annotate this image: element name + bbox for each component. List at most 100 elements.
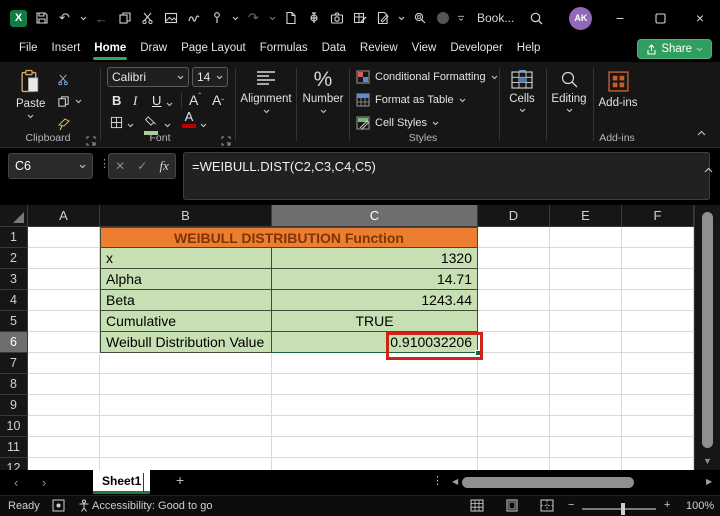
cell-styles-button[interactable]: Cell Styles <box>356 116 439 130</box>
underline-chevron-icon[interactable] <box>165 96 173 113</box>
decrease-font-button[interactable]: Aˇ <box>212 92 224 108</box>
collapse-ribbon-icon[interactable] <box>697 123 706 141</box>
row-header-10[interactable]: 10 <box>0 416 28 437</box>
format-as-table-button[interactable]: Format as Table <box>356 93 466 107</box>
macro-record-icon[interactable] <box>52 499 65 515</box>
zoom-in-button[interactable]: + <box>664 499 670 511</box>
column-header-E[interactable]: E <box>550 205 622 227</box>
alignment-button[interactable]: Alignment <box>238 70 294 114</box>
font-name-select[interactable]: Calibri <box>107 67 189 87</box>
clipboard-dialog-launcher[interactable] <box>86 133 96 143</box>
pin-icon[interactable] <box>305 10 322 27</box>
font-dialog-launcher[interactable] <box>221 133 231 143</box>
table-label-cell[interactable]: Weibull Distribution Value <box>101 332 271 352</box>
table-label-cell[interactable]: Alpha <box>101 269 271 289</box>
formula-bar-collapse-icon[interactable] <box>704 160 713 178</box>
document-pen-icon[interactable] <box>374 10 391 27</box>
table-value-cell[interactable]: 0.910032206 <box>272 332 477 352</box>
ribbon-cut-icon[interactable] <box>55 71 72 88</box>
row-header-2[interactable]: 2 <box>0 248 28 269</box>
hscroll-left-icon[interactable]: ◀ <box>452 477 458 486</box>
maximize-button[interactable] <box>640 0 680 36</box>
new-document-icon[interactable] <box>282 10 299 27</box>
vertical-scrollbar-thumb[interactable] <box>702 212 713 448</box>
column-header-F[interactable]: F <box>622 205 694 227</box>
row-header-9[interactable]: 9 <box>0 395 28 416</box>
excel-logo-icon[interactable]: X <box>10 10 27 27</box>
scroll-down-icon[interactable]: ▼ <box>703 456 712 466</box>
qat-overflow-icon[interactable] <box>457 10 465 27</box>
table-value-cell[interactable]: 14.71 <box>272 269 477 289</box>
table-label-cell[interactable]: x <box>101 248 271 268</box>
row-header-6[interactable]: 6 <box>0 332 28 353</box>
document-pen-chevron-icon[interactable] <box>397 10 405 27</box>
format-painter-icon[interactable] <box>55 115 72 132</box>
zoom-out-button[interactable]: − <box>568 499 574 511</box>
camera-icon[interactable] <box>328 10 345 27</box>
row-header-11[interactable]: 11 <box>0 437 28 458</box>
font-color-icon[interactable]: A <box>182 110 196 128</box>
sheet-tab[interactable]: Sheet1 <box>93 470 150 494</box>
conditional-formatting-button[interactable]: Conditional Formatting <box>356 70 498 84</box>
ribbon-copy-icon[interactable] <box>55 93 72 110</box>
add-sheet-button[interactable]: + <box>176 472 184 488</box>
column-header-A[interactable]: A <box>28 205 100 227</box>
close-button[interactable]: × <box>680 0 720 36</box>
vertical-scrollbar[interactable]: ▼ <box>694 205 720 470</box>
select-all-corner[interactable] <box>0 205 28 227</box>
formula-input[interactable]: =WEIBULL.DIST(C2,C3,C4,C5) <box>183 152 710 200</box>
table-value-cell[interactable]: 1320 <box>272 248 477 268</box>
row-header-1[interactable]: 1 <box>0 227 28 248</box>
tab-formulas[interactable]: Formulas <box>253 38 315 60</box>
zoom-level[interactable]: 100% <box>686 500 714 512</box>
search-icon[interactable] <box>528 10 545 27</box>
tab-draw[interactable]: Draw <box>133 38 174 60</box>
borders-icon[interactable] <box>108 114 125 131</box>
sheet-nav-right-icon[interactable]: › <box>42 475 46 490</box>
italic-button[interactable]: I <box>133 93 137 109</box>
minimize-button[interactable]: − <box>600 0 640 36</box>
enter-formula-icon[interactable]: ✓ <box>137 159 147 173</box>
row-header-5[interactable]: 5 <box>0 311 28 332</box>
accessibility-status[interactable]: Accessibility: Good to go <box>92 500 212 512</box>
editing-button[interactable]: Editing <box>547 70 591 113</box>
table-value-cell[interactable]: TRUE <box>272 311 477 331</box>
table-value-cell[interactable]: 1243.44 <box>272 290 477 310</box>
picture-icon[interactable] <box>162 10 179 27</box>
increase-font-button[interactable]: Aˆ <box>189 92 201 108</box>
row-header-8[interactable]: 8 <box>0 374 28 395</box>
tab-page-layout[interactable]: Page Layout <box>174 38 253 60</box>
page-break-view-icon[interactable] <box>540 499 554 515</box>
cells-button[interactable]: Cells <box>500 70 544 113</box>
cancel-formula-icon[interactable]: ✕ <box>115 159 125 173</box>
zoom-slider-thumb[interactable] <box>621 503 625 515</box>
table-draw-icon[interactable] <box>351 10 368 27</box>
tab-review[interactable]: Review <box>353 38 405 60</box>
row-header-3[interactable]: 3 <box>0 269 28 290</box>
undo-icon[interactable]: ↶ <box>56 10 73 27</box>
lookup-icon[interactable] <box>411 10 428 27</box>
tab-home[interactable]: Home <box>87 38 133 60</box>
table-title-cell[interactable]: WEIBULL DISTRIBUTION Function <box>100 227 478 248</box>
column-header-C[interactable]: C <box>272 205 478 227</box>
share-button[interactable]: Share <box>637 39 712 59</box>
column-header-D[interactable]: D <box>478 205 550 227</box>
table-label-cell[interactable]: Cumulative <box>101 311 271 331</box>
bold-button[interactable]: B <box>112 93 121 108</box>
horizontal-scrollbar-thumb[interactable] <box>462 477 634 488</box>
table-label-cell[interactable]: Beta <box>101 290 271 310</box>
row-header-12[interactable]: 12 <box>0 458 28 470</box>
paste-button[interactable]: Paste <box>16 69 45 119</box>
tab-help[interactable]: Help <box>510 38 548 60</box>
avatar[interactable]: AK <box>569 7 592 30</box>
page-layout-view-icon[interactable] <box>505 499 519 515</box>
sheet-nav-left-icon[interactable]: ‹ <box>14 475 18 490</box>
tab-data[interactable]: Data <box>315 38 353 60</box>
copy-icon[interactable] <box>116 10 133 27</box>
zoom-slider-track[interactable] <box>582 508 656 510</box>
row-header-4[interactable]: 4 <box>0 290 28 311</box>
ink-icon[interactable] <box>185 10 202 27</box>
touch-mode-icon[interactable] <box>208 10 225 27</box>
name-box[interactable]: C6 <box>8 153 93 179</box>
undo-chevron-icon[interactable] <box>79 10 87 27</box>
